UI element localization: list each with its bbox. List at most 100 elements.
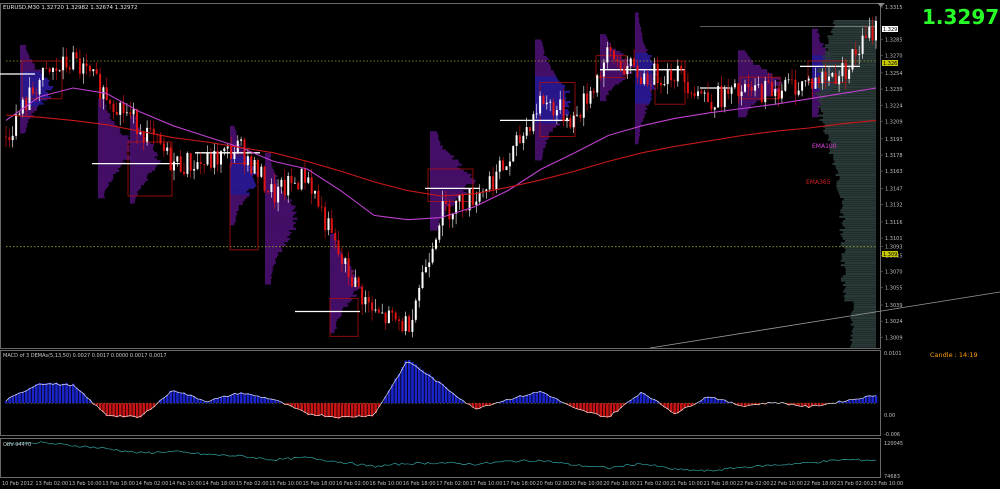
market-profile-bar (430, 133, 438, 136)
volume-profile-bar (852, 321, 876, 324)
market-profile-bar (330, 264, 350, 267)
macd-bar (18, 392, 21, 404)
candle-body (720, 86, 723, 108)
candle-body (408, 316, 411, 332)
market-profile-bar (430, 177, 473, 181)
volume-profile-bar (823, 130, 876, 132)
market-profile-bar (430, 137, 438, 140)
market-profile-bar (430, 189, 464, 193)
macd-bar (424, 372, 428, 404)
market-profile-bar (738, 56, 750, 59)
market-profile-bar (20, 118, 29, 122)
candle-body (351, 277, 353, 287)
market-profile-bar (20, 69, 42, 72)
market-profile-bar (98, 167, 118, 170)
market-profile-bar (98, 185, 108, 189)
candle-body (828, 76, 830, 81)
date-tick-label: 20 Feb 10:00 (570, 481, 603, 487)
volume-profile-bar (833, 20, 876, 22)
market-profile-bar (600, 98, 607, 102)
candle-body (774, 89, 777, 97)
volume-profile-bar (839, 178, 876, 181)
candle-body (858, 53, 861, 56)
volume-profile-bar (838, 171, 876, 174)
market-profile-bar (600, 36, 608, 39)
market-profile-bar (265, 219, 293, 222)
market-profile-bar (230, 170, 252, 173)
market-profile-bar (330, 288, 358, 291)
market-profile-bar (230, 156, 249, 159)
market-profile-bar (230, 223, 235, 226)
candle-body (277, 186, 280, 203)
volume-profile-bar (823, 125, 876, 128)
candle-body (545, 102, 548, 105)
market-profile-bar (130, 193, 138, 196)
volume-profile-bar (844, 262, 876, 264)
market-profile-bar (98, 149, 131, 152)
market-profile-bar (635, 109, 645, 112)
candle-body (8, 137, 11, 140)
volume-profile-bar (850, 339, 876, 341)
market-profile-bar (265, 237, 291, 241)
market-profile-bar (265, 152, 271, 156)
macd-bar (592, 403, 596, 414)
market-profile-bar (430, 208, 447, 211)
volume-profile-bar (841, 222, 876, 225)
macd-bar (589, 403, 592, 413)
candle-body (142, 132, 145, 142)
volume-profile-bar (845, 273, 876, 275)
price-tick-label: 1.3132 (885, 203, 903, 209)
macd-bar (125, 403, 129, 417)
candle-body (760, 84, 763, 103)
candle-body (213, 150, 216, 168)
market-profile-bar (265, 225, 294, 228)
macd-bar (61, 383, 65, 404)
candle-body (811, 78, 814, 89)
candle-body (371, 302, 374, 311)
macd-bar (394, 378, 398, 404)
market-profile-bar (535, 55, 547, 59)
candle-body (337, 240, 340, 255)
macd-bar (404, 360, 408, 404)
macd-bar (508, 399, 512, 404)
market-profile-bar (330, 312, 342, 315)
date-tick-label: 13 Feb 18:00 (102, 481, 135, 487)
macd-bar (132, 403, 135, 417)
macd-bar (122, 403, 125, 418)
date-tick-label: 17 Feb 02:00 (436, 481, 469, 487)
market-profile-bar (430, 179, 476, 183)
market-profile-bar (812, 45, 823, 48)
market-profile-bar (330, 245, 338, 249)
market-profile-bar (230, 180, 255, 183)
market-profile-bar (20, 120, 29, 124)
volume-profile-bar (853, 325, 876, 328)
macd-header: MACD of 3 DEMAs(5,13,50) 0.0027 0.0017 0… (3, 353, 167, 359)
market-profile-bar (265, 167, 273, 170)
market-profile-bar (330, 270, 355, 273)
macd-bar (250, 394, 253, 404)
macd-bar (216, 398, 219, 404)
macd-bar (266, 398, 270, 404)
candle-body (41, 68, 44, 80)
candle-body (424, 267, 427, 273)
market-profile-bar (330, 326, 337, 330)
candle-body (384, 312, 387, 324)
candle-body (780, 90, 783, 99)
market-profile-bar (130, 174, 148, 177)
macd-bar (172, 390, 176, 404)
price-tick-label: 1.3163 (885, 169, 903, 175)
candle-body (690, 93, 693, 94)
candle-body (48, 68, 51, 72)
market-profile-bar (635, 115, 645, 118)
market-profile-bar (330, 258, 347, 261)
candle-body (455, 200, 458, 214)
candle-body (737, 83, 740, 97)
volume-profile-bar (830, 149, 876, 152)
candle-body (125, 112, 128, 114)
market-profile-bar (330, 300, 351, 303)
macd-bar (397, 373, 401, 404)
market-profile-bar (130, 154, 158, 157)
market-profile-bar (330, 320, 337, 324)
candle-body (230, 146, 233, 159)
market-profile-bar (98, 143, 128, 146)
